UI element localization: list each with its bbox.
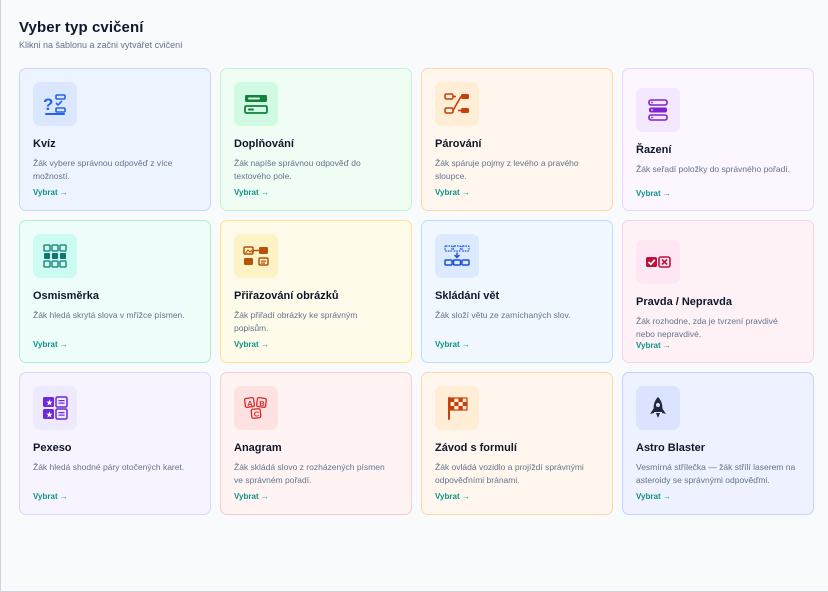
card-description: Žák vybere správnou odpověď z více možno… [33,158,173,181]
quiz-icon: ? [43,94,66,115]
template-card-image-matching[interactable]: Přiřazování obrázků Žák přiřadí obrázky … [220,220,412,363]
template-card-fill-in[interactable]: Doplňování Žák napíše správnou odpověď d… [220,68,412,211]
rocket-icon [650,397,666,418]
select-link[interactable]: Vybrat → [234,188,269,197]
select-link[interactable]: Vybrat → [33,340,68,349]
card-title: Pexeso [33,442,72,454]
true-false-icon-tile [636,240,680,284]
matching-icon-tile [435,82,479,126]
select-link[interactable]: Vybrat → [636,492,671,501]
select-link[interactable]: Vybrat → [435,340,470,349]
memory-cards-icon-tile: ★ ★ [33,386,77,430]
select-link[interactable]: Vybrat → [435,492,470,501]
select-link[interactable]: Vybrat → [33,492,68,501]
card-title: Pravda / Nepravda [636,296,732,308]
card-title: Anagram [234,442,282,454]
svg-text:C: C [254,410,260,419]
card-title: Astro Blaster [636,442,706,454]
select-link[interactable]: Vybrat → [234,340,269,349]
card-description: Žák přiřadí obrázky ke správným popisům. [234,310,358,333]
select-link[interactable]: Vybrat → [234,492,269,501]
template-card-astro-blaster[interactable]: Astro Blaster Vesmírná střílečka — žák s… [622,372,814,515]
quiz-icon-tile: ? [33,82,77,126]
card-description: Žák hledá skrytá slova v mřížce písmen. [33,310,185,320]
svg-text:★: ★ [46,399,54,409]
card-title: Osmisměrka [33,290,100,302]
select-link[interactable]: Vybrat → [636,189,671,198]
select-link[interactable]: Vybrat → [435,188,470,197]
image-matching-icon-tile [234,234,278,278]
card-title: Doplňování [234,138,294,150]
card-title: Kvíz [33,138,56,150]
template-card-ordering[interactable]: Řazení Žák seřadí položky do správného p… [622,68,814,211]
card-title: Závod s formulí [435,442,517,454]
anagram-icon: A B C [243,396,268,419]
card-description: Žák napíše správnou odpověď do textového… [234,158,361,181]
fill-in-icon [244,95,268,114]
word-search-icon-tile [33,234,77,278]
svg-text:★: ★ [46,411,54,421]
memory-cards-icon: ★ ★ [43,396,68,421]
select-link[interactable]: Vybrat → [636,341,671,350]
card-title: Přiřazování obrázků [234,290,339,302]
template-card-sentence-builder[interactable]: Skládání vět Žák složí větu ze zamíchaný… [421,220,613,363]
card-description: Žák spáruje pojmy z levého a pravého slo… [435,158,579,181]
true-false-icon [646,256,671,268]
card-description: Žák složí větu ze zamíchaných slov. [435,310,571,320]
template-grid: ? Kvíz Žák vybere správnou odpověď z víc… [19,68,814,515]
card-title: Skládání vět [435,290,500,302]
svg-text:?: ? [43,95,53,114]
card-title: Řazení [636,144,672,156]
ordering-icon [648,99,668,121]
word-search-icon [43,244,67,268]
ordering-icon-tile [636,88,680,132]
template-card-formula-race[interactable]: Závod s formulí Žák ovládá vozidlo a pro… [421,372,613,515]
page-subtitle: Klikni na šablonu a začni vytvářet cviče… [19,40,183,50]
template-card-memory[interactable]: ★ ★ Pexeso Žák hledá shodné páry otočený… [19,372,211,515]
template-card-word-search[interactable]: Osmisměrka Žák hledá skrytá slova v mříž… [19,220,211,363]
card-title: Párování [435,138,482,150]
sentence-builder-icon-tile [435,234,479,278]
matching-icon [444,93,469,114]
anagram-icon-tile: A B C [234,386,278,430]
sentence-builder-icon [444,245,470,266]
card-description: Žák skládá slovo z rozházených písmen ve… [234,462,385,485]
svg-text:B: B [259,399,265,408]
card-description: Žák hledá shodné páry otočených karet. [33,462,185,472]
template-card-anagram[interactable]: A B C Anagram Žák skládá slovo z rozháze… [220,372,412,515]
page-title: Vyber typ cvičení [19,19,144,36]
image-matching-icon [243,246,269,266]
template-card-matching[interactable]: Párování Žák spáruje pojmy z levého a pr… [421,68,613,211]
checkered-flag-icon [448,397,468,420]
template-card-quiz[interactable]: ? Kvíz Žák vybere správnou odpověď z víc… [19,68,211,211]
card-description: Žák rozhodne, zda je tvrzení pravdivé ne… [636,316,778,339]
svg-text:A: A [247,399,253,408]
checkered-flag-icon-tile [435,386,479,430]
app-window: Vyber typ cvičení Klikni na šablonu a za… [0,0,828,592]
select-link[interactable]: Vybrat → [33,188,68,197]
card-description: Žák ovládá vozidlo a projíždí správnými … [435,462,584,485]
card-description: Vesmírná střílečka — žák střílí laserem … [636,462,796,485]
rocket-icon-tile [636,386,680,430]
template-card-true-false[interactable]: Pravda / Nepravda Žák rozhodne, zda je t… [622,220,814,363]
fill-in-icon-tile [234,82,278,126]
card-description: Žák seřadí položky do správného pořadí. [636,164,791,174]
